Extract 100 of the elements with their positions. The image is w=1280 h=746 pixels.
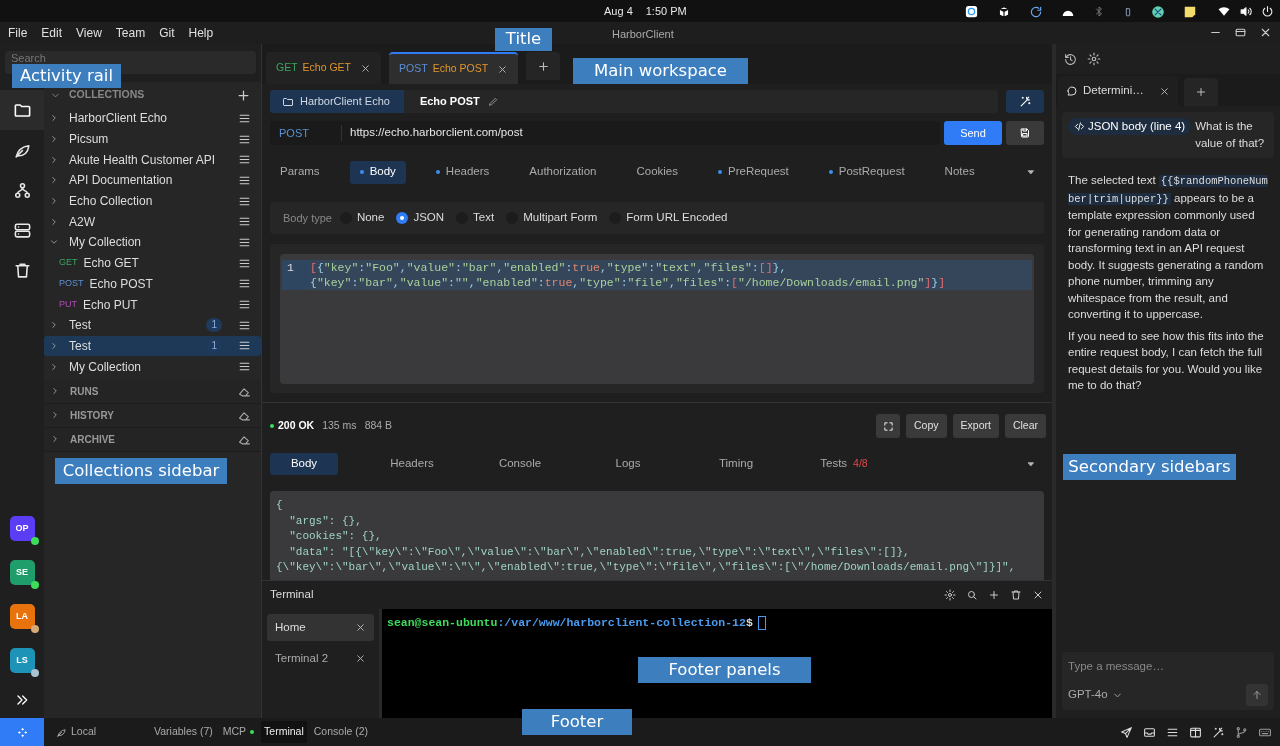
chevron-right-icon[interactable] [49,154,59,165]
settings-icon[interactable] [944,589,956,601]
menu-item[interactable]: Help [188,24,214,42]
request-section-tab[interactable]: Notes [934,160,985,184]
note-icon[interactable] [1183,4,1197,19]
request-tab[interactable]: GET Echo GET [266,52,382,84]
request-item[interactable]: GET Echo GET [44,252,261,274]
branch-icon[interactable] [1235,725,1248,739]
collection-item[interactable]: My Collection [44,232,261,253]
chevron-right-icon[interactable] [49,196,59,207]
wand-icon[interactable] [1212,725,1225,739]
chevron-right-icon[interactable] [49,134,59,145]
close-button[interactable] [1259,26,1272,39]
close-icon[interactable] [497,63,509,75]
terminal-session-tab[interactable]: Terminal 2 [267,645,374,672]
collection-item[interactable]: Test 1 [44,314,261,336]
footer-tab[interactable]: Console (2) [310,721,372,743]
request-section-tab[interactable]: Authorization [519,160,607,184]
terminal-session-tab[interactable]: Home [267,614,374,641]
dropdown-caret-icon[interactable] [1026,167,1036,177]
menu-item[interactable]: Git [159,24,175,42]
response-tab[interactable]: Console [486,453,554,475]
fullscreen-button[interactable] [876,414,901,438]
environment-selector[interactable]: Local [56,724,151,740]
response-tab[interactable]: Timing [702,453,770,475]
trash-icon[interactable] [1010,589,1022,601]
refresh-icon[interactable] [1029,4,1043,19]
chevron-right-icon[interactable] [49,175,59,186]
square-app-icon[interactable] [964,4,979,19]
code-editor[interactable]: 1 [{"key":"Foo","value":"bar","enabled":true,"type":"text","files":[]}, {"key":"bar","value":"","enabled":true,"type":"file","files":["/home/Downloads/email.png"]}] [280,254,1034,384]
footer-tab[interactable]: MCP [219,721,258,743]
request-section-tab[interactable]: PostRequest [818,160,915,184]
request-section-tab[interactable]: Params [270,160,330,184]
menu-item[interactable]: File [8,24,28,42]
response-tab[interactable]: Tests 4/8 [810,453,878,475]
new-chat-button[interactable] [1184,78,1218,106]
context-chip[interactable]: JSON body (line 4) [1068,118,1192,135]
collection-item[interactable]: Picsum [44,128,261,150]
message-input[interactable]: Type a message… [1062,652,1274,680]
response-tab[interactable]: Logs [594,453,662,475]
url-field[interactable]: POST https://echo.harborclient.com/post [270,121,940,145]
footer-tab[interactable]: Terminal [261,721,307,743]
inbox-icon[interactable] [1143,725,1156,739]
collection-item[interactable]: API Documentation [44,170,261,191]
chat-tab[interactable]: Determini… [1058,76,1178,106]
power-icon[interactable] [1261,5,1274,18]
breadcrumb-link[interactable]: HarborClient Echo [270,90,404,113]
volume-icon[interactable] [1239,5,1253,18]
send-button[interactable]: Send [944,121,1002,145]
maximize-button[interactable] [1234,26,1247,39]
close-icon[interactable] [1032,589,1044,601]
wifi-icon[interactable] [1217,5,1231,18]
request-section-tab[interactable]: Cookies [626,160,688,184]
chevron-right-icon[interactable] [49,320,59,331]
history-icon[interactable] [1064,52,1077,66]
settings-icon[interactable] [1087,52,1101,66]
request-section-tab[interactable]: Headers [425,160,500,184]
footer-tab[interactable]: Variables (7) [151,721,216,743]
chevron-right-icon[interactable] [49,340,59,351]
collection-item[interactable]: A2W [44,211,261,233]
circle-app-icon[interactable] [1151,4,1165,19]
collection-item[interactable]: HarborClient Echo [44,108,261,129]
pencil-icon[interactable] [487,96,499,107]
request-item[interactable]: PUT Echo PUT [44,294,261,315]
method-select[interactable]: POST [270,124,342,142]
search-icon[interactable] [966,589,978,601]
menu-item[interactable]: Team [115,24,146,42]
add-icon[interactable] [236,87,251,103]
dropdown-caret-icon[interactable] [1026,459,1036,469]
save-button[interactable] [1006,121,1044,145]
send-message-button[interactable] [1246,684,1268,706]
menu-item[interactable]: Edit [41,24,63,42]
chevron-right-icon[interactable] [49,216,59,227]
collection-item[interactable]: Echo Collection [44,190,261,212]
bluetooth-icon[interactable] [1093,5,1105,18]
request-item[interactable]: POST Echo POST [44,273,261,295]
collection-item[interactable]: Test 1 [44,335,261,357]
request-section-tab[interactable]: Body [349,160,406,184]
collection-item[interactable]: Akute Health Customer API [44,149,261,171]
cube-icon[interactable] [997,4,1011,19]
response-tab[interactable]: Headers [378,453,446,475]
response-tab[interactable]: Body [270,453,338,475]
send-icon[interactable] [1120,725,1133,739]
close-icon[interactable] [1159,85,1170,97]
collection-item[interactable]: My Collection [44,356,261,377]
plus-icon[interactable] [988,589,1000,601]
close-icon[interactable] [355,653,366,664]
close-icon[interactable] [355,622,366,633]
columns-icon[interactable] [1189,725,1202,739]
magic-button[interactable] [1006,90,1044,113]
radio-button[interactable] [396,212,409,224]
response-action-button[interactable]: Clear [1004,414,1046,438]
chevron-right-icon[interactable] [49,361,59,372]
chevron-right-icon[interactable] [49,113,59,124]
response-action-button[interactable]: Copy [906,414,947,438]
close-icon[interactable] [360,62,372,74]
request-section-tab[interactable]: PreRequest [708,160,799,184]
response-action-button[interactable]: Export [952,414,999,438]
menu-item[interactable]: View [76,24,102,42]
request-tab[interactable]: POST Echo POST [389,52,519,84]
